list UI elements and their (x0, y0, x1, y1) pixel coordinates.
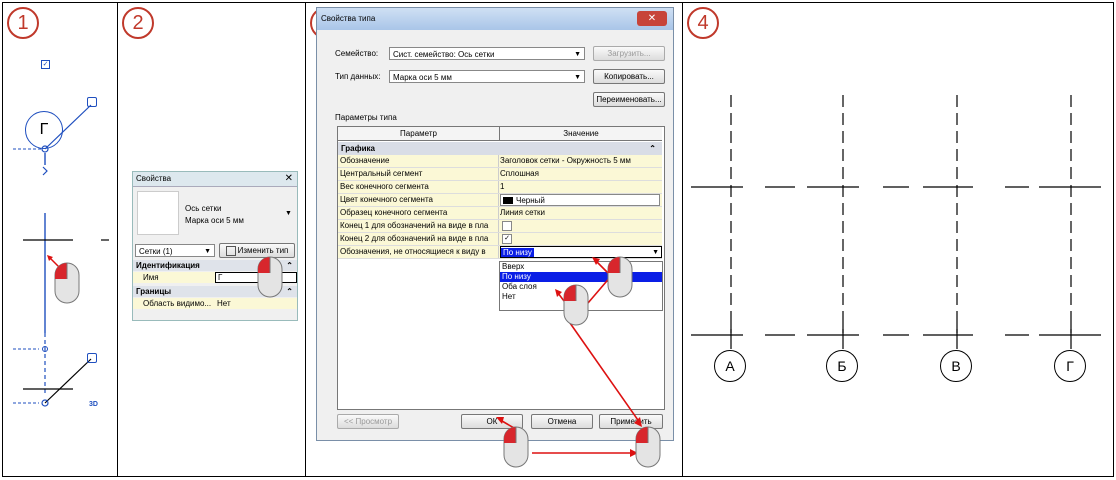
view-3d-label: 3D (89, 401, 98, 408)
grid-bubble-a: А (714, 350, 746, 382)
panel-step-2: 2 Свойства ✕ Ось сетки Марка оси 5 мм ▼ … (117, 2, 306, 477)
scope-value[interactable]: Нет (217, 298, 231, 309)
chevron-down-icon: ▼ (204, 248, 211, 255)
collapse-icon[interactable]: ⌃ (286, 260, 293, 271)
palette-title: Свойства (133, 172, 297, 187)
mouse-click-icon (54, 262, 80, 304)
collapse-icon[interactable]: ⌃ (286, 286, 293, 297)
mouse-click-icon (503, 426, 529, 468)
grid-bubble-g: Г (1054, 350, 1086, 382)
mouse-click-icon (635, 426, 661, 468)
grid-bubble-v: В (940, 350, 972, 382)
type-selector-arrow[interactable]: ▼ (285, 210, 292, 217)
grid-result-drawing (691, 95, 1101, 349)
leader-line-top (13, 104, 109, 407)
panel-step-3: 3 Свойства типа ✕ Семейство: Сист. семей… (305, 2, 683, 477)
type-name: Марка оси 5 мм (185, 216, 244, 225)
scope-label: Область видимо... (143, 299, 212, 308)
panel-step-4: 4 А Б В Г (682, 2, 1114, 477)
type-thumbnail (137, 191, 179, 235)
step-number-2: 2 (122, 7, 154, 39)
family-name: Ось сетки (185, 204, 222, 213)
mouse-click-icon (607, 256, 633, 298)
instance-selector[interactable]: Сетки (1) ▼ (135, 244, 215, 257)
name-label: Имя (143, 273, 159, 282)
panel-step-1: 1 ✓ Г 3D (2, 2, 118, 477)
property-row-scope: Область видимо... Нет (133, 298, 297, 309)
edit-type-icon (225, 245, 236, 256)
close-icon[interactable]: ✕ (285, 172, 293, 186)
arrow-annotations (496, 257, 642, 457)
grid-bubble-b: Б (826, 350, 858, 382)
mouse-click-icon (257, 256, 283, 298)
lock-icon-bottom[interactable] (87, 353, 97, 363)
mouse-click-icon (563, 284, 589, 326)
